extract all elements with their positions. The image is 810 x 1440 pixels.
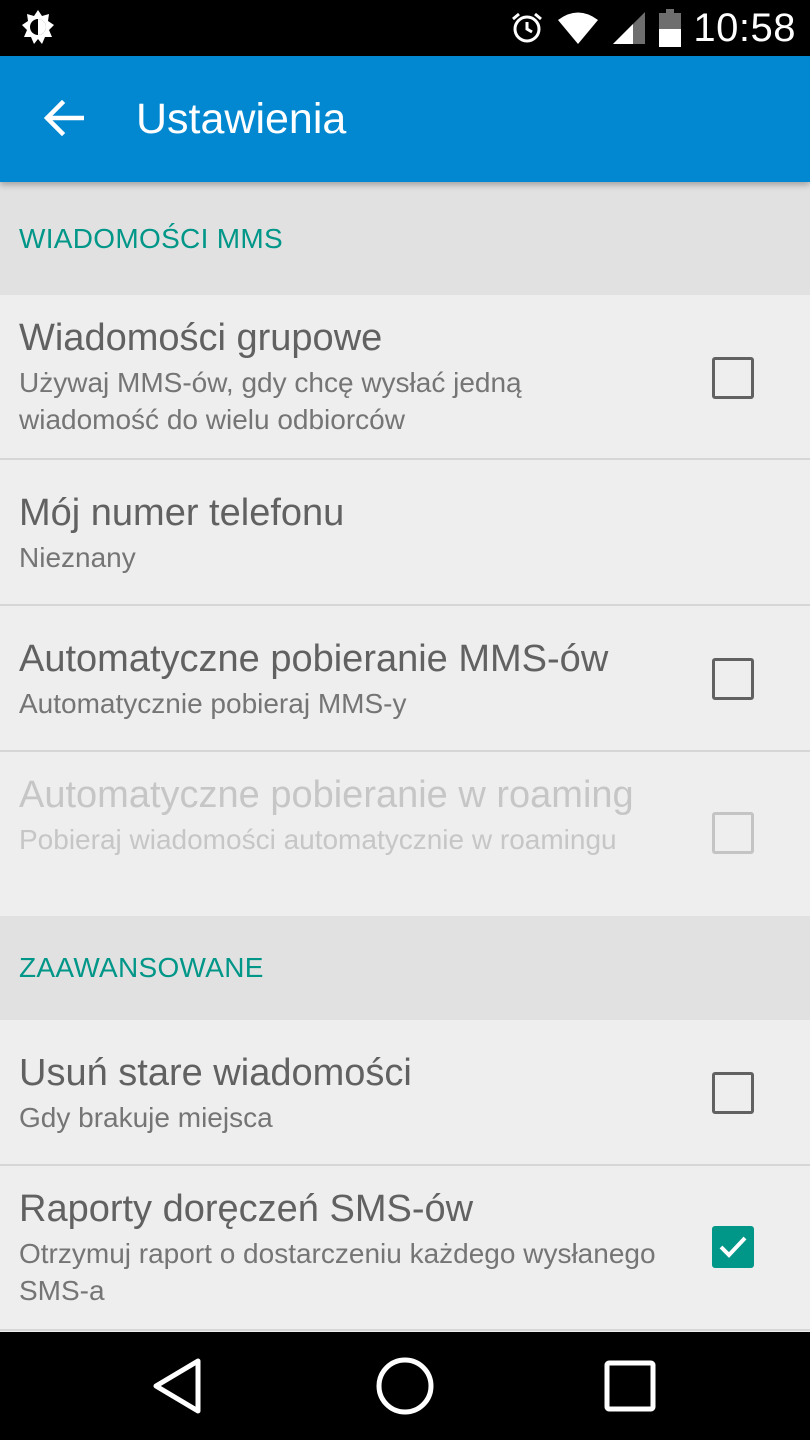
pref-title: Wiadomości grupowe	[19, 317, 383, 359]
pref-title: Mój numer telefonu	[19, 492, 345, 534]
signal-icon	[611, 10, 647, 46]
auto-retrieve-mms-checkbox[interactable]	[712, 658, 754, 700]
pref-summary: Gdy brakuje miejsca	[19, 1102, 273, 1133]
pref-group-messages[interactable]: Wiadomości grupowe Używaj MMS-ów, gdy ch…	[0, 295, 810, 460]
pref-auto-retrieve-mms[interactable]: Automatyczne pobieranie MMS-ów Automatyc…	[0, 606, 810, 752]
navigation-bar	[0, 1332, 810, 1440]
arrow-back-icon	[44, 100, 84, 136]
status-bar: 10:58	[0, 0, 810, 56]
recents-square-icon	[604, 1360, 656, 1412]
pref-title: Automatyczne pobieranie MMS-ów	[19, 638, 609, 680]
section-header-mms: WIADOMOŚCI MMS	[0, 182, 810, 295]
group-messages-checkbox[interactable]	[712, 357, 754, 399]
pref-title: Usuń stare wiadomości	[19, 1052, 412, 1094]
pref-title: Raporty doręczeń SMS-ów	[19, 1188, 474, 1230]
back-triangle-icon	[153, 1358, 201, 1414]
pref-summary: Pobieraj wiadomości automatycznie w roam…	[19, 824, 617, 855]
auto-retrieve-roaming-checkbox	[712, 812, 754, 854]
pref-summary: Nieznany	[19, 542, 136, 573]
pref-phone-number[interactable]: Mój numer telefonu Nieznany	[0, 460, 810, 606]
wifi-icon	[557, 11, 599, 45]
pref-summary: Automatycznie pobieraj MMS-y	[19, 688, 407, 719]
section-header-advanced: ZAAWANSOWANE	[0, 916, 810, 1020]
alarm-icon	[509, 10, 545, 46]
checkmark-icon	[719, 1236, 747, 1258]
back-button[interactable]	[26, 80, 102, 156]
pref-delete-old-messages[interactable]: Usuń stare wiadomości Gdy brakuje miejsc…	[0, 1020, 810, 1166]
settings-list[interactable]: WIADOMOŚCI MMS Wiadomości grupowe Używaj…	[0, 182, 810, 1332]
home-circle-icon	[376, 1357, 434, 1415]
nav-back-button[interactable]	[142, 1350, 214, 1422]
nav-home-button[interactable]	[369, 1350, 441, 1422]
brightness-icon	[16, 8, 60, 48]
page-title: Ustawienia	[136, 95, 347, 143]
status-time: 10:58	[693, 5, 796, 50]
pref-summary: Otrzymuj raport o dostarczeniu każdego w…	[19, 1238, 656, 1306]
app-bar: Ustawienia	[0, 56, 810, 182]
pref-title: Automatyczne pobieranie w roaming	[19, 774, 634, 816]
nav-recents-button[interactable]	[594, 1350, 666, 1422]
battery-icon	[659, 9, 682, 47]
sms-delivery-reports-checkbox[interactable]	[712, 1226, 754, 1268]
delete-old-messages-checkbox[interactable]	[712, 1072, 754, 1114]
pref-sms-delivery-reports[interactable]: Raporty doręczeń SMS-ów Otrzymuj raport …	[0, 1166, 810, 1331]
pref-summary: Używaj MMS-ów, gdy chcę wysłać jedną wia…	[19, 367, 522, 435]
pref-auto-retrieve-roaming: Automatyczne pobieranie w roaming Pobier…	[0, 752, 810, 916]
